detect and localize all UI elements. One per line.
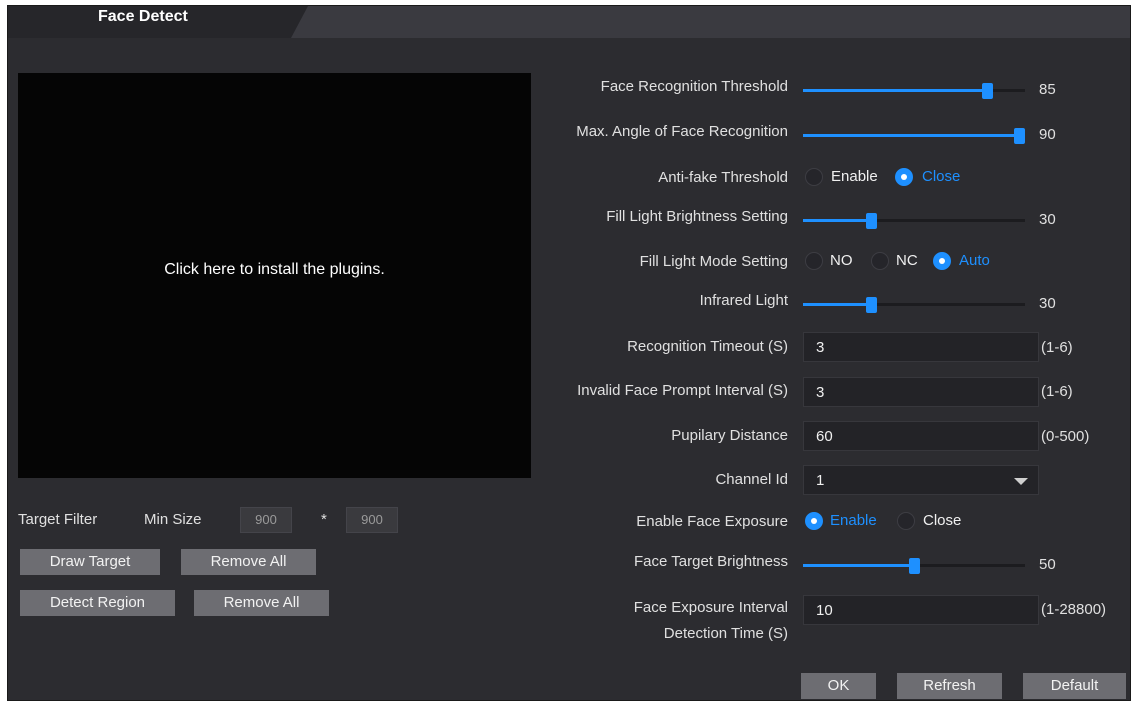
target-filter-label: Target Filter — [18, 511, 98, 528]
face-recognition-threshold-label: Face Recognition Threshold — [600, 78, 788, 95]
face-exposure-enable-label[interactable]: Enable — [830, 512, 877, 529]
infrared-light-value: 30 — [1039, 295, 1056, 312]
chevron-down-icon[interactable] — [1014, 478, 1028, 485]
face-exposure-enable-radio[interactable] — [805, 512, 823, 530]
enable-face-exposure-label: Enable Face Exposure — [636, 513, 788, 530]
infrared-light-slider[interactable] — [803, 295, 1025, 315]
size-separator: * — [321, 511, 327, 528]
anti-fake-enable-radio[interactable] — [805, 168, 823, 186]
face-detect-panel: Face Detect Click here to install the pl… — [7, 5, 1131, 701]
invalid-face-prompt-label: Invalid Face Prompt Interval (S) — [577, 382, 788, 399]
channel-id-value: 1 — [816, 472, 825, 489]
max-angle-label: Max. Angle of Face Recognition — [576, 123, 788, 140]
slider-thumb[interactable] — [908, 558, 920, 574]
face-target-brightness-value: 50 — [1039, 556, 1056, 573]
slider-thumb[interactable] — [866, 213, 878, 229]
face-target-brightness-slider[interactable] — [803, 556, 1025, 576]
infrared-light-label: Infrared Light — [699, 292, 788, 309]
video-preview[interactable]: Click here to install the plugins. — [18, 73, 531, 478]
fill-light-mode-auto-radio[interactable] — [933, 252, 951, 270]
face-recognition-threshold-slider[interactable] — [803, 81, 1025, 101]
pupilary-distance-input[interactable]: 60 — [803, 421, 1039, 451]
invalid-face-prompt-input[interactable]: 3 — [803, 377, 1039, 407]
fill-light-mode-nc-radio[interactable] — [871, 252, 889, 270]
fill-light-mode-auto-label[interactable]: Auto — [959, 252, 990, 269]
face-target-brightness-label: Face Target Brightness — [634, 553, 788, 570]
min-size-label: Min Size — [144, 511, 202, 528]
fill-light-brightness-value: 30 — [1039, 211, 1056, 228]
face-recognition-threshold-value: 85 — [1039, 81, 1056, 98]
face-exposure-close-label[interactable]: Close — [923, 512, 961, 529]
anti-fake-close-label[interactable]: Close — [922, 168, 960, 185]
tab-bar: Face Detect — [8, 6, 1130, 38]
invalid-face-prompt-range: (1-6) — [1041, 383, 1073, 400]
anti-fake-threshold-label: Anti-fake Threshold — [658, 169, 788, 186]
max-angle-slider[interactable] — [803, 126, 1025, 146]
channel-id-label: Channel Id — [715, 471, 788, 488]
draw-target-button[interactable]: Draw Target — [20, 549, 160, 575]
ok-button[interactable]: OK — [801, 673, 876, 699]
fill-light-mode-label: Fill Light Mode Setting — [639, 253, 788, 270]
remove-all-regions-button[interactable]: Remove All — [194, 590, 329, 616]
tab-face-detect-label: Face Detect — [98, 8, 188, 25]
min-size-height-input[interactable]: 900 — [346, 507, 398, 533]
fill-light-mode-no-radio[interactable] — [805, 252, 823, 270]
fill-light-brightness-slider[interactable] — [803, 211, 1025, 231]
recognition-timeout-label: Recognition Timeout (S) — [627, 338, 788, 355]
min-size-width-input[interactable]: 900 — [240, 507, 292, 533]
recognition-timeout-input[interactable]: 3 — [803, 332, 1039, 362]
refresh-button[interactable]: Refresh — [897, 673, 1002, 699]
install-plugins-link[interactable]: Click here to install the plugins. — [18, 261, 531, 279]
slider-thumb[interactable] — [1014, 128, 1025, 144]
face-exposure-interval-input[interactable]: 10 — [803, 595, 1039, 625]
max-angle-value: 90 — [1039, 126, 1056, 143]
face-exposure-interval-label-line1: Face Exposure Interval — [633, 599, 788, 616]
channel-id-select[interactable]: 1 — [803, 465, 1039, 495]
face-exposure-close-radio[interactable] — [897, 512, 915, 530]
pupilary-distance-range: (0-500) — [1041, 428, 1090, 445]
fill-light-mode-nc-label[interactable]: NC — [896, 252, 918, 269]
slider-thumb[interactable] — [982, 83, 994, 99]
slider-thumb[interactable] — [866, 297, 878, 313]
recognition-timeout-range: (1-6) — [1041, 339, 1073, 356]
fill-light-brightness-label: Fill Light Brightness Setting — [606, 208, 788, 225]
detect-region-button[interactable]: Detect Region — [20, 590, 175, 616]
remove-all-targets-button[interactable]: Remove All — [181, 549, 316, 575]
fill-light-mode-no-label[interactable]: NO — [830, 252, 853, 269]
face-exposure-interval-range: (1-28800) — [1041, 601, 1107, 618]
tab-face-detect[interactable]: Face Detect — [8, 6, 308, 38]
pupilary-distance-label: Pupilary Distance — [671, 427, 788, 444]
face-exposure-interval-label-line2: Detection Time (S) — [663, 625, 788, 642]
anti-fake-close-radio[interactable] — [895, 168, 913, 186]
anti-fake-enable-label[interactable]: Enable — [831, 168, 878, 185]
default-button[interactable]: Default — [1023, 673, 1126, 699]
